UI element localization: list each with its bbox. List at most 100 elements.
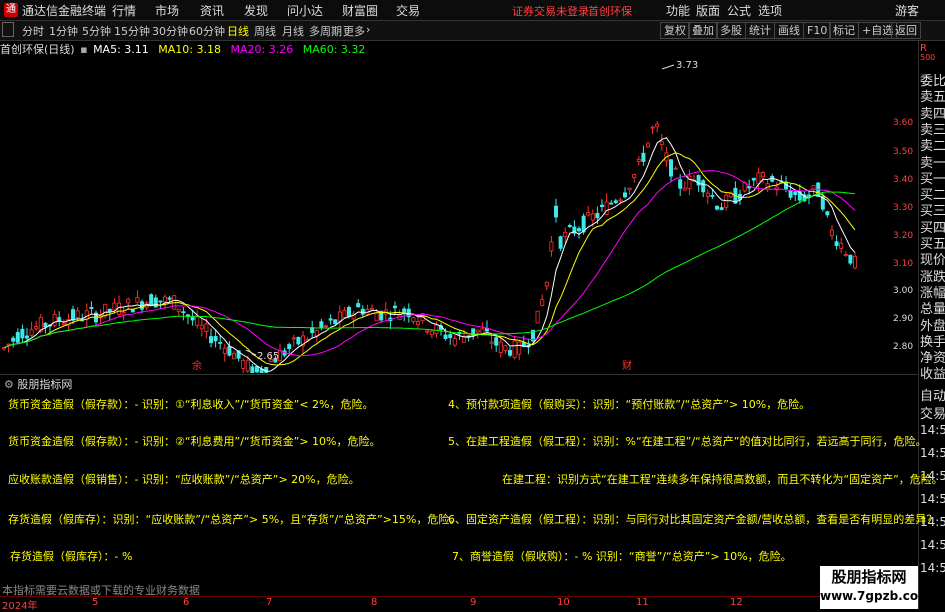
candle-body <box>61 322 66 325</box>
candle-body <box>319 321 324 328</box>
candle-body <box>24 335 29 339</box>
candle-body <box>15 332 20 343</box>
date-label: 8 <box>371 597 378 608</box>
menu-discover[interactable]: 发现 <box>244 2 268 19</box>
candle-body <box>374 312 379 322</box>
indicator-line: 4、预付款项造假（假购买）：识别：“预付账款”/“总资产”> 10%，危险。 <box>448 398 811 411</box>
indicator-line: 应收账款造假（假销售）：- 识别：“应收账款”/“总资产”> 20%，危险。 <box>8 473 360 486</box>
candle-body <box>655 123 660 128</box>
multi-stock-button[interactable]: 多股 <box>716 22 746 39</box>
indicator-line: 5、在建工程造假（假工程）：识别：%“在建工程”/“总资产”的值对比同行，若远高… <box>448 435 927 448</box>
candle-body <box>600 204 605 208</box>
sidebar-auto[interactable]: 自动 <box>920 385 945 404</box>
candle-body <box>52 314 57 326</box>
more-chevron-icon[interactable]: › <box>366 23 370 36</box>
candle-body <box>793 191 798 196</box>
candle-body <box>710 195 715 197</box>
candle-body <box>751 177 756 181</box>
candle-body <box>673 167 678 170</box>
candle-body <box>535 310 540 324</box>
period-weekly[interactable]: 周线 <box>254 23 276 39</box>
candle-body <box>489 341 494 344</box>
login-warning[interactable]: 证券交易未登录 <box>512 3 589 19</box>
period-multi[interactable]: 多周期 <box>309 23 342 39</box>
candle-body <box>839 242 844 249</box>
stats-button[interactable]: 统计 <box>745 22 775 39</box>
candle-body <box>57 317 62 322</box>
candle-body <box>89 307 94 309</box>
price-axis-label: 2.80 <box>893 342 914 352</box>
period-15min[interactable]: 15分钟 <box>114 23 150 39</box>
candle-body <box>503 345 508 351</box>
indicator-settings-icon[interactable]: ⚙ <box>4 378 14 391</box>
menu-options[interactable]: 选项 <box>758 2 782 19</box>
candlestick-chart[interactable]: 3.73 2.65 余 财 <box>0 55 892 373</box>
candle-body <box>512 340 517 358</box>
period-tick[interactable]: 分时 <box>22 23 44 39</box>
adjust-button[interactable]: 复权 <box>660 22 690 39</box>
guest-button[interactable]: 游客 <box>895 2 919 19</box>
candle-body <box>241 360 246 369</box>
candle-body <box>149 294 154 307</box>
overlay-button[interactable]: 叠加 <box>688 22 718 39</box>
date-label: 9 <box>470 597 477 608</box>
candle-body <box>618 199 623 202</box>
candle-body <box>425 330 430 333</box>
menu-trade[interactable]: 交易 <box>396 2 420 19</box>
date-label: 2024年 <box>2 601 38 612</box>
menu-ask[interactable]: 问小达 <box>287 2 323 19</box>
menu-news[interactable]: 资讯 <box>200 2 224 19</box>
menu-market[interactable]: 市场 <box>155 2 179 19</box>
sidebar-trade[interactable]: 交易 <box>920 403 945 422</box>
candle-body <box>204 323 209 332</box>
candle-body <box>558 236 563 249</box>
period-60min[interactable]: 60分钟 <box>189 23 225 39</box>
candle-body <box>678 179 683 189</box>
menu-quotes[interactable]: 行情 <box>112 2 136 19</box>
candle-body <box>544 281 549 287</box>
back-button[interactable]: 返回 <box>891 22 921 39</box>
event-mark: 财 <box>622 359 632 372</box>
candle-body <box>577 228 582 232</box>
menu-wealth[interactable]: 财富圈 <box>342 2 378 19</box>
candle-body <box>195 316 200 326</box>
period-30min[interactable]: 30分钟 <box>152 23 188 39</box>
candle-body <box>392 305 397 309</box>
candle-body <box>264 366 269 373</box>
candle-body <box>595 212 600 219</box>
period-daily[interactable]: 日线 <box>227 23 249 39</box>
candle-body <box>429 330 434 336</box>
candle-body <box>167 297 172 300</box>
panel-divider[interactable] <box>0 374 918 375</box>
period-monthly[interactable]: 月线 <box>282 23 304 39</box>
candle-body <box>627 187 632 191</box>
candle-body <box>682 187 687 191</box>
menu-formula[interactable]: 公式 <box>727 2 751 19</box>
candle-body <box>788 190 793 198</box>
period-5min[interactable]: 5分钟 <box>82 23 111 39</box>
menu-layout[interactable]: 版面 <box>696 2 720 19</box>
candle-body <box>443 334 448 339</box>
sidebar-quote-item: 收益 <box>920 367 945 383</box>
date-label: 10 <box>557 597 570 608</box>
mark-button[interactable]: 标记 <box>829 22 859 39</box>
candle-body <box>586 211 591 216</box>
price-axis-label: 3.20 <box>893 231 914 241</box>
candle-body <box>724 194 729 208</box>
candle-body <box>705 192 710 197</box>
indicator-line: 存货造假（假库存）：- % <box>10 550 133 563</box>
sidebar-time: 14:5 <box>920 492 945 506</box>
candle-body <box>2 347 7 350</box>
menu-function[interactable]: 功能 <box>666 2 690 19</box>
indicator-line: 6、固定资产造假（假工程）：识别：与同行对比其固定资产金额/营收总额，查看是否有… <box>448 513 938 526</box>
price-axis-label: 3.60 <box>893 118 914 128</box>
period-more[interactable]: 更多 <box>343 23 365 39</box>
period-1min[interactable]: 1分钟 <box>49 23 78 39</box>
candle-body <box>517 341 522 355</box>
panel-toggle-icon[interactable] <box>2 22 14 37</box>
indicator-line: 在建工程：识别方式“在建工程”连续多年保持很高数额，而且不转化为“固定资产”，危… <box>502 473 943 486</box>
f10-button[interactable]: F10 <box>803 22 832 39</box>
candle-body <box>222 347 227 354</box>
price-axis-label: 3.00 <box>893 286 914 296</box>
draw-button[interactable]: 画线 <box>774 22 804 39</box>
